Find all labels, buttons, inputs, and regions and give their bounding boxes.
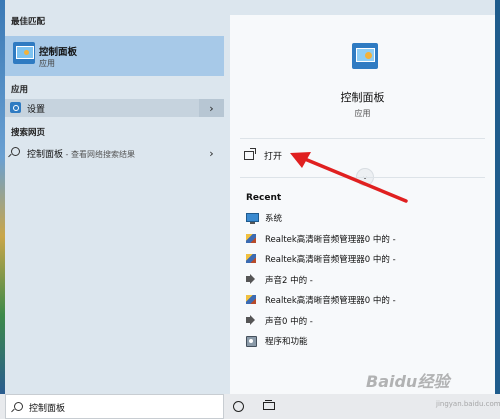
watermark-logo: Baidu经验 (366, 372, 450, 391)
monitor-icon (246, 213, 259, 224)
web-result-item[interactable]: 控制面板 - 查看网络搜索结果 › (5, 144, 224, 162)
web-result-label: 控制面板 (27, 150, 64, 160)
recent-item-label: 声音2 中的 - (265, 275, 313, 286)
speaker-icon (246, 314, 255, 325)
web-heading: 搜索网页 (11, 128, 46, 138)
taskbar: 控制面板 (0, 394, 500, 419)
gear-icon (10, 102, 21, 113)
recent-item[interactable]: 系统 (246, 211, 486, 232)
open-label: 打开 (264, 152, 283, 162)
preview-app-name: 控制面板 (340, 91, 385, 104)
recent-item[interactable]: 程序和功能 (246, 334, 486, 355)
recent-item-label: 程序和功能 (265, 337, 308, 347)
programs-icon (246, 336, 257, 347)
open-icon (244, 148, 256, 160)
chevron-right-icon[interactable]: › (199, 144, 224, 162)
recent-item[interactable]: Realtek高清晰音频管理器0 中的 - (246, 293, 486, 314)
app-result-label: 设置 (27, 105, 46, 115)
best-match-heading: 最佳匹配 (11, 17, 46, 27)
recent-item[interactable]: Realtek高清晰音频管理器0 中的 - (246, 232, 486, 253)
recent-item-label: Realtek高清晰音频管理器0 中的 - (265, 296, 396, 306)
search-icon (11, 147, 20, 156)
open-action[interactable]: 打开 (244, 148, 324, 164)
recent-item-label: 声音0 中的 - (265, 316, 313, 327)
speaker-icon (246, 273, 255, 284)
divider (240, 138, 485, 139)
control-panel-icon (13, 42, 35, 64)
realtek-icon (246, 233, 256, 243)
realtek-icon (246, 295, 256, 304)
recent-item-label: 系统 (265, 214, 283, 224)
best-match-item[interactable]: 控制面板 应用 (5, 36, 224, 76)
start-search-panel: 最佳匹配 控制面板 应用 应用 设置 › 搜索网页 控制面板 - 查看网络搜索结… (5, 0, 495, 394)
web-result-sub: - 查看网络搜索结果 (63, 150, 135, 159)
app-result-settings[interactable]: 设置 › (5, 99, 224, 117)
recent-item[interactable]: 声音2 中的 - (246, 273, 486, 294)
taskbar-search-input[interactable]: 控制面板 (5, 394, 224, 419)
best-match-name: 控制面板 (39, 47, 78, 58)
recent-item[interactable]: Realtek高清晰音频管理器0 中的 - (246, 252, 486, 273)
chevron-right-icon[interactable]: › (199, 99, 224, 117)
preview-app-type: 应用 (354, 109, 371, 118)
task-view-icon[interactable] (263, 400, 275, 411)
recent-list: 系统 Realtek高清晰音频管理器0 中的 - Realtek高清晰音频管理器… (246, 211, 486, 355)
watermark-url: jingyan.baidu.com (436, 400, 500, 408)
search-input-value: 控制面板 (29, 404, 66, 414)
cortana-icon[interactable] (233, 401, 244, 412)
preview-pane: 控制面板 应用 打开 ⌄ Recent 系统 Realtek高清晰音频管理器0 … (230, 15, 495, 394)
divider (240, 177, 485, 178)
apps-heading: 应用 (11, 85, 29, 95)
best-match-type: 应用 (39, 59, 55, 68)
recent-heading: Recent (246, 193, 282, 203)
results-pane: 最佳匹配 控制面板 应用 应用 设置 › 搜索网页 控制面板 - 查看网络搜索结… (5, 0, 224, 394)
search-icon (14, 402, 23, 411)
realtek-icon (246, 254, 256, 263)
control-panel-large-icon (352, 43, 378, 69)
recent-item-label: Realtek高清晰音频管理器0 中的 - (265, 255, 396, 265)
recent-item[interactable]: 声音0 中的 - (246, 314, 486, 335)
recent-item-label: Realtek高清晰音频管理器0 中的 - (265, 234, 396, 245)
